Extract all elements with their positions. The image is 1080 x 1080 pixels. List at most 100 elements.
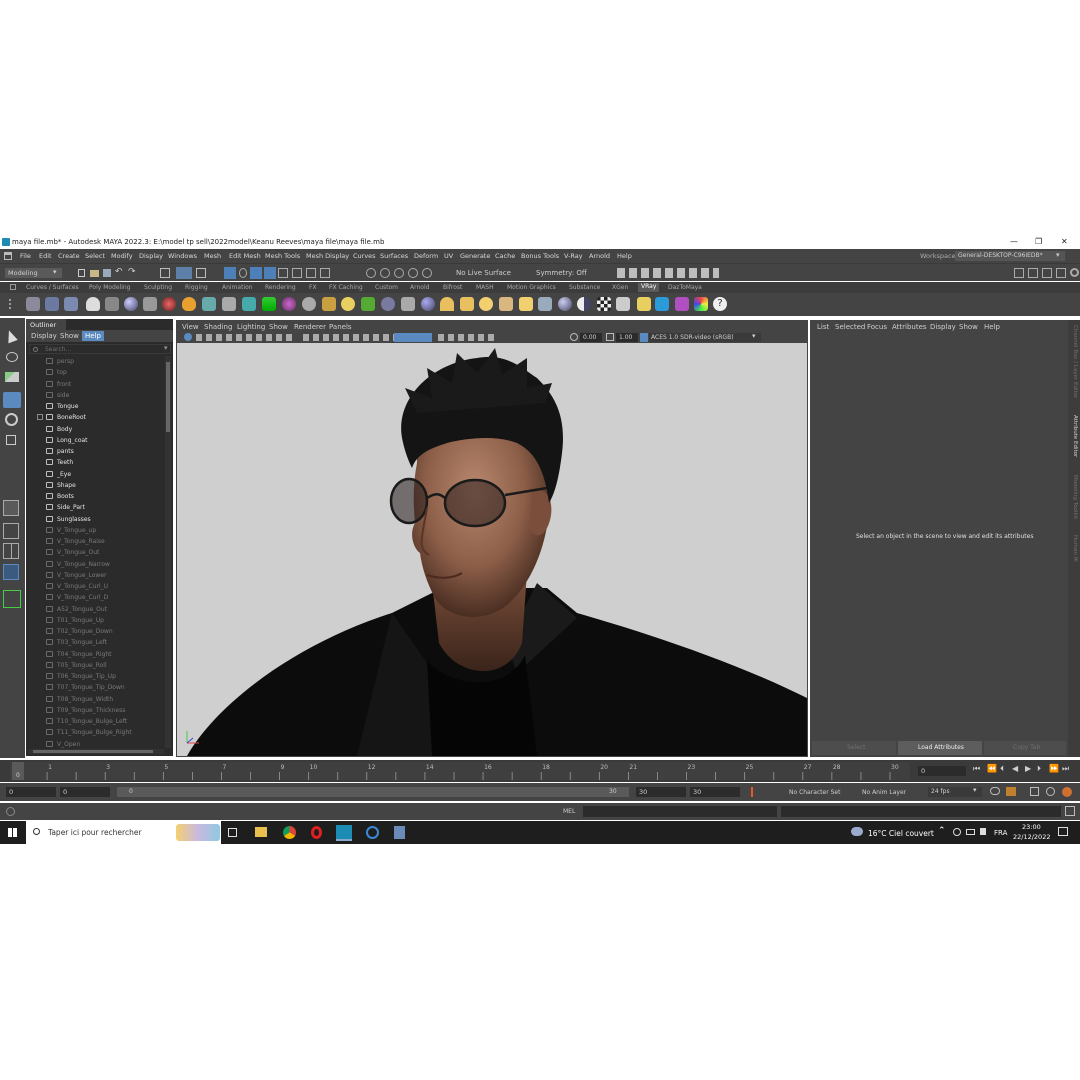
snap-view-icon[interactable]: [292, 268, 302, 278]
loop-icon[interactable]: [990, 787, 1000, 795]
vray-environment-icon[interactable]: [202, 297, 216, 311]
file-explorer-icon[interactable]: [255, 827, 267, 837]
menu-arnold[interactable]: Arnold: [589, 252, 610, 260]
play-back-icon[interactable]: ◀: [1012, 764, 1018, 773]
shelf-tab-arnold[interactable]: Arnold: [410, 284, 429, 291]
attr-menu-display[interactable]: Display: [930, 323, 956, 331]
shelf-tab-fx[interactable]: FX: [309, 284, 317, 291]
range-bar[interactable]: 0 30: [117, 787, 629, 797]
menu-help[interactable]: Help: [617, 252, 632, 260]
menu-file[interactable]: File: [20, 252, 31, 260]
redo-icon[interactable]: ↷: [128, 267, 136, 277]
vray-vfb-icon[interactable]: [64, 297, 78, 311]
attr-menu-show[interactable]: Show: [959, 323, 978, 331]
step-forward-icon[interactable]: ⏵: [1037, 764, 1041, 774]
vray-light-icon[interactable]: [86, 297, 100, 311]
attr-button-load[interactable]: Load Attributes: [898, 741, 982, 755]
sound-icon[interactable]: [1030, 787, 1039, 796]
gear-icon[interactable]: [1070, 268, 1079, 277]
prefs-icon[interactable]: [1062, 787, 1072, 797]
save-scene-icon[interactable]: [103, 269, 111, 277]
menu-vray[interactable]: V-Ray: [564, 252, 583, 260]
viewport-menu-renderer[interactable]: Renderer: [294, 323, 326, 331]
vray-material-icon[interactable]: [162, 297, 176, 311]
outliner-item[interactable]: front: [26, 379, 166, 390]
outliner-item[interactable]: Teeth: [26, 457, 166, 468]
vray-grass-icon[interactable]: [361, 297, 375, 311]
vray-mask-icon[interactable]: [675, 297, 689, 311]
outliner-item[interactable]: pants: [26, 446, 166, 457]
magnet-icon-2[interactable]: [380, 268, 390, 278]
goto-start-icon[interactable]: ⏮: [973, 764, 980, 774]
refresh-icon[interactable]: [1046, 787, 1055, 796]
menu-mesh[interactable]: Mesh: [204, 252, 221, 260]
menu-generate[interactable]: Generate: [460, 252, 490, 260]
outliner-item[interactable]: A52_Tongue_Out: [26, 604, 166, 615]
lasso-icon[interactable]: [239, 268, 247, 278]
snap-surface-icon[interactable]: [306, 268, 316, 278]
shelf-tab-motion-graphics[interactable]: Motion Graphics: [507, 284, 556, 291]
shelf-tab-sculpting[interactable]: Sculpting: [144, 284, 172, 291]
attr-menu-selected[interactable]: Selected: [835, 323, 865, 331]
component-mode-icon[interactable]: [196, 268, 206, 278]
close-button[interactable]: ✕: [1061, 237, 1068, 246]
outliner-item[interactable]: T07_Tongue_Tip_Down: [26, 682, 166, 693]
magnet-icon[interactable]: [366, 268, 376, 278]
outliner-item[interactable]: V_Tongue_Curl_U: [26, 581, 166, 592]
viewport-menu-lighting[interactable]: Lighting: [237, 323, 265, 331]
shelf-tab-fx-caching[interactable]: FX Caching: [329, 284, 363, 291]
menu-mesh-display[interactable]: Mesh Display: [306, 252, 349, 260]
outliner-item[interactable]: Boots: [26, 491, 166, 502]
undo-icon[interactable]: ↶: [115, 267, 123, 277]
hierarchy-mode-icon[interactable]: [160, 268, 170, 278]
vray-checker-icon[interactable]: [597, 297, 611, 311]
menu-display[interactable]: Display: [139, 252, 163, 260]
vray-fire-icon[interactable]: [182, 297, 196, 311]
play-forward-icon[interactable]: ▶: [1025, 764, 1031, 773]
outliner-item[interactable]: Side_Part: [26, 502, 166, 513]
menu-curves[interactable]: Curves: [353, 252, 376, 260]
viewport-icons-shading[interactable]: [394, 333, 432, 342]
menu-deform[interactable]: Deform: [414, 252, 438, 260]
outliner-item[interactable]: top: [26, 367, 166, 378]
menu-edit[interactable]: Edit: [39, 252, 52, 260]
step-forward-key-icon[interactable]: ⏩: [1049, 764, 1059, 773]
vray-plane-icon[interactable]: [222, 297, 236, 311]
menu-uv[interactable]: UV: [444, 252, 453, 260]
vray-settings-icon[interactable]: [105, 297, 119, 311]
shelf-tab-curves-surfaces[interactable]: Curves / Surfaces: [26, 284, 79, 291]
outliner-toggle-icon[interactable]: [3, 590, 21, 608]
outliner-item[interactable]: BoneRoot: [26, 412, 166, 423]
outliner-item[interactable]: persp: [26, 356, 166, 367]
settings-icon[interactable]: [1014, 268, 1024, 278]
vray-bulb-icon[interactable]: [637, 297, 651, 311]
vray-toon-icon[interactable]: [302, 297, 316, 311]
menu-bonus-tools[interactable]: Bonus Tools: [521, 252, 559, 260]
new-scene-icon[interactable]: [78, 269, 85, 277]
outliner-scrollbar[interactable]: [165, 356, 171, 748]
anim-start-field[interactable]: 0: [60, 787, 110, 797]
magnet-icon-3[interactable]: [394, 268, 404, 278]
shelf-menu-icon[interactable]: [9, 299, 15, 309]
vray-scatter-icon[interactable]: [401, 297, 415, 311]
tab-attribute-editor[interactable]: Attribute Editor: [1072, 415, 1078, 457]
vray-starburst-icon[interactable]: [519, 297, 533, 311]
attr-button-select[interactable]: Select: [812, 741, 896, 755]
time-slider[interactable]: 1 3 5 7 9 10 12 14 16 18 20 21 23 25 27 28 30 0 0 ⏮ ⏪ ⏴ …: [0, 760, 1080, 782]
outliner-item[interactable]: Long_coat: [26, 435, 166, 446]
outliner-item[interactable]: V_Open: [26, 739, 166, 750]
vray-fur-icon[interactable]: [242, 297, 256, 311]
goto-end-icon[interactable]: ⏭: [1062, 764, 1069, 774]
outliner-search[interactable]: Search... ▾: [29, 344, 171, 354]
menu-select[interactable]: Select: [85, 252, 105, 260]
battery-icon[interactable]: [966, 829, 975, 835]
cache-icon[interactable]: [1006, 787, 1016, 796]
shelf-tab-mash[interactable]: MASH: [476, 284, 494, 291]
vray-flower-icon[interactable]: [381, 297, 395, 311]
step-back-key-icon[interactable]: ⏪: [987, 764, 997, 773]
outliner-item[interactable]: Sunglasses: [26, 514, 166, 525]
live-surface-label[interactable]: No Live Surface: [456, 269, 511, 277]
camera-select-icon[interactable]: [184, 333, 192, 341]
exposure-field[interactable]: 0.00: [580, 333, 602, 342]
snap-vertex-icon[interactable]: [320, 268, 330, 278]
